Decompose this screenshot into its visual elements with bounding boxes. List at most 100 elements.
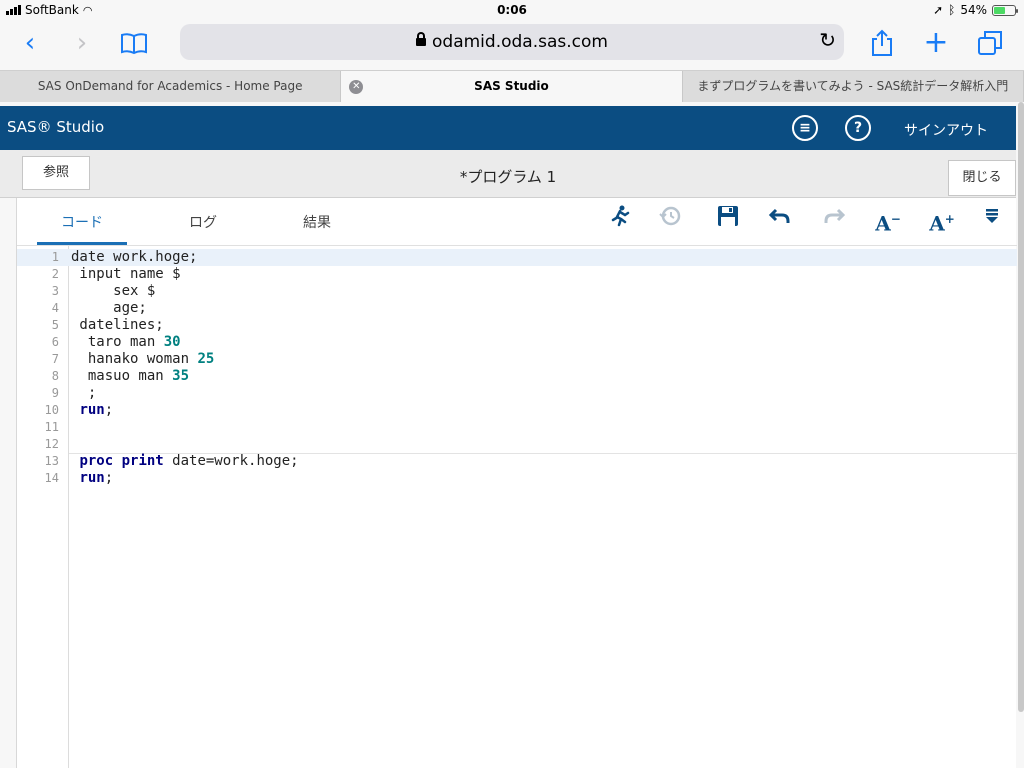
- address-bar[interactable]: odamid.oda.sas.com ↻: [180, 24, 844, 60]
- bluetooth-icon: ᛒ: [948, 3, 956, 17]
- url-host: odamid.oda.sas.com: [432, 32, 608, 52]
- line-number: 12: [44, 437, 59, 451]
- code-line[interactable]: 8 masuo man 35: [17, 368, 1017, 385]
- line-number: 4: [51, 301, 59, 315]
- history-icon[interactable]: [655, 204, 685, 234]
- code-text: ;: [71, 385, 96, 402]
- tab-label: まずプログラムを書いてみよう - SAS統計データ解析入門: [697, 79, 1009, 93]
- line-number: 6: [51, 335, 59, 349]
- tab-results[interactable]: 結果: [303, 212, 331, 232]
- tab-log[interactable]: ログ: [189, 212, 217, 232]
- reload-icon[interactable]: ↻: [819, 28, 836, 52]
- code-text: masuo man 35: [71, 368, 189, 385]
- code-line[interactable]: 7 hanako woman 25: [17, 351, 1017, 368]
- bookmarks-icon[interactable]: [118, 28, 150, 60]
- help-icon[interactable]: ?: [845, 115, 871, 141]
- tab-label: SAS OnDemand for Academics - Home Page: [37, 79, 303, 93]
- signout-link[interactable]: サインアウト: [904, 120, 988, 140]
- code-token: ;: [104, 402, 114, 418]
- code-token: taro man: [71, 334, 164, 350]
- tab-label: SAS Studio: [474, 79, 549, 93]
- save-icon[interactable]: [713, 204, 743, 234]
- font-increase-icon[interactable]: A+: [927, 204, 957, 236]
- code-text: taro man 30: [71, 334, 181, 351]
- line-number: 11: [44, 420, 59, 434]
- tab-sas-tutorial[interactable]: まずプログラムを書いてみよう - SAS統計データ解析入門: [683, 71, 1024, 102]
- clock: 0:06: [497, 3, 527, 17]
- menu-icon[interactable]: ≡: [792, 115, 818, 141]
- browser-tabs: SAS OnDemand for Academics - Home Page ✕…: [0, 70, 1024, 102]
- program-title: *プログラム 1: [459, 168, 557, 186]
- code-number: 35: [172, 368, 190, 384]
- forward-icon[interactable]: ›: [66, 28, 98, 60]
- code-text: datelines;: [71, 317, 164, 334]
- code-text: run;: [71, 402, 113, 419]
- code-line[interactable]: 5 datelines;: [17, 317, 1017, 334]
- code-token: datelines;: [71, 317, 164, 333]
- run-icon[interactable]: [605, 204, 635, 234]
- new-tab-icon[interactable]: +: [920, 28, 952, 60]
- code-text: proc print date=work.hoge;: [71, 453, 299, 470]
- code-keyword: run: [79, 402, 105, 418]
- line-number: 14: [44, 471, 59, 485]
- active-tab-indicator: [37, 242, 127, 245]
- line-number: 3: [51, 284, 59, 298]
- font-decrease-icon[interactable]: A−: [873, 204, 903, 236]
- code-keyword: run: [79, 470, 105, 486]
- code-token: date=work.hoge;: [163, 453, 299, 469]
- location-icon: ➚: [933, 3, 944, 17]
- code-token: age;: [71, 300, 147, 316]
- code-token: date work.hoge;: [71, 249, 198, 265]
- line-number: 1: [51, 250, 59, 264]
- code-number: 30: [163, 334, 181, 350]
- back-icon[interactable]: ‹: [14, 28, 46, 60]
- editor-panel: コード ログ 結果 A− A+ 1 date work.hoge; 2 input …: [16, 198, 1017, 768]
- code-text: date work.hoge;: [71, 249, 197, 266]
- code-line[interactable]: 9 ;: [17, 385, 1017, 402]
- tab-sas-home[interactable]: SAS OnDemand for Academics - Home Page: [0, 71, 342, 102]
- code-line[interactable]: 6 taro man 30: [17, 334, 1017, 351]
- code-text: sex $: [71, 283, 155, 300]
- battery-percent: 54%: [960, 3, 987, 17]
- code-token: sex $: [71, 283, 156, 299]
- code-token: hanako woman: [71, 351, 198, 367]
- app-title: SAS® Studio: [7, 118, 105, 136]
- code-token: ;: [104, 470, 114, 486]
- code-line[interactable]: 4 age;: [17, 300, 1017, 317]
- code-line[interactable]: 12: [17, 436, 1017, 453]
- code-line[interactable]: 2 input name $: [17, 266, 1017, 283]
- close-button[interactable]: 閉じる: [948, 160, 1016, 196]
- code-line[interactable]: 10 run;: [17, 402, 1017, 419]
- redo-icon[interactable]: [819, 204, 849, 234]
- line-number: 5: [51, 318, 59, 332]
- code-text: run;: [71, 470, 113, 487]
- sas-header: SAS® Studio ≡ ? サインアウト: [0, 106, 1016, 150]
- browser-toolbar: ‹ › odamid.oda.sas.com ↻ +: [0, 20, 1024, 70]
- undo-icon[interactable]: [765, 204, 795, 234]
- editor-tabs: コード ログ 結果 A− A+: [17, 198, 1017, 246]
- code-keyword: proc print: [79, 453, 164, 469]
- code-token: masuo man: [71, 368, 173, 384]
- line-number: 2: [51, 267, 59, 281]
- tabs-icon[interactable]: [974, 28, 1006, 60]
- code-line[interactable]: 14 run;: [17, 470, 1017, 487]
- code-line[interactable]: 3 sex $: [17, 283, 1017, 300]
- code-line[interactable]: 1 date work.hoge;: [17, 249, 1017, 266]
- more-icon[interactable]: [977, 204, 1007, 234]
- code-editor[interactable]: 1 date work.hoge; 2 input name $3 sex $4 a…: [17, 246, 1017, 768]
- code-token: ;: [71, 385, 97, 401]
- code-number: 25: [197, 351, 215, 367]
- lock-icon: [416, 32, 427, 46]
- code-token: input name $: [71, 266, 181, 282]
- tab-code[interactable]: コード: [61, 212, 103, 232]
- battery-icon: [992, 4, 1018, 16]
- code-line[interactable]: 13 proc print date=work.hoge;: [17, 453, 1017, 470]
- tab-close-icon[interactable]: ✕: [349, 80, 364, 94]
- line-number: 9: [51, 386, 59, 400]
- code-line[interactable]: 11: [17, 419, 1017, 436]
- tab-sas-studio[interactable]: ✕ SAS Studio: [341, 71, 683, 102]
- page-scrollbar[interactable]: [1018, 102, 1024, 712]
- line-number: 8: [51, 369, 59, 383]
- line-number: 10: [44, 403, 59, 417]
- share-icon[interactable]: [866, 28, 898, 60]
